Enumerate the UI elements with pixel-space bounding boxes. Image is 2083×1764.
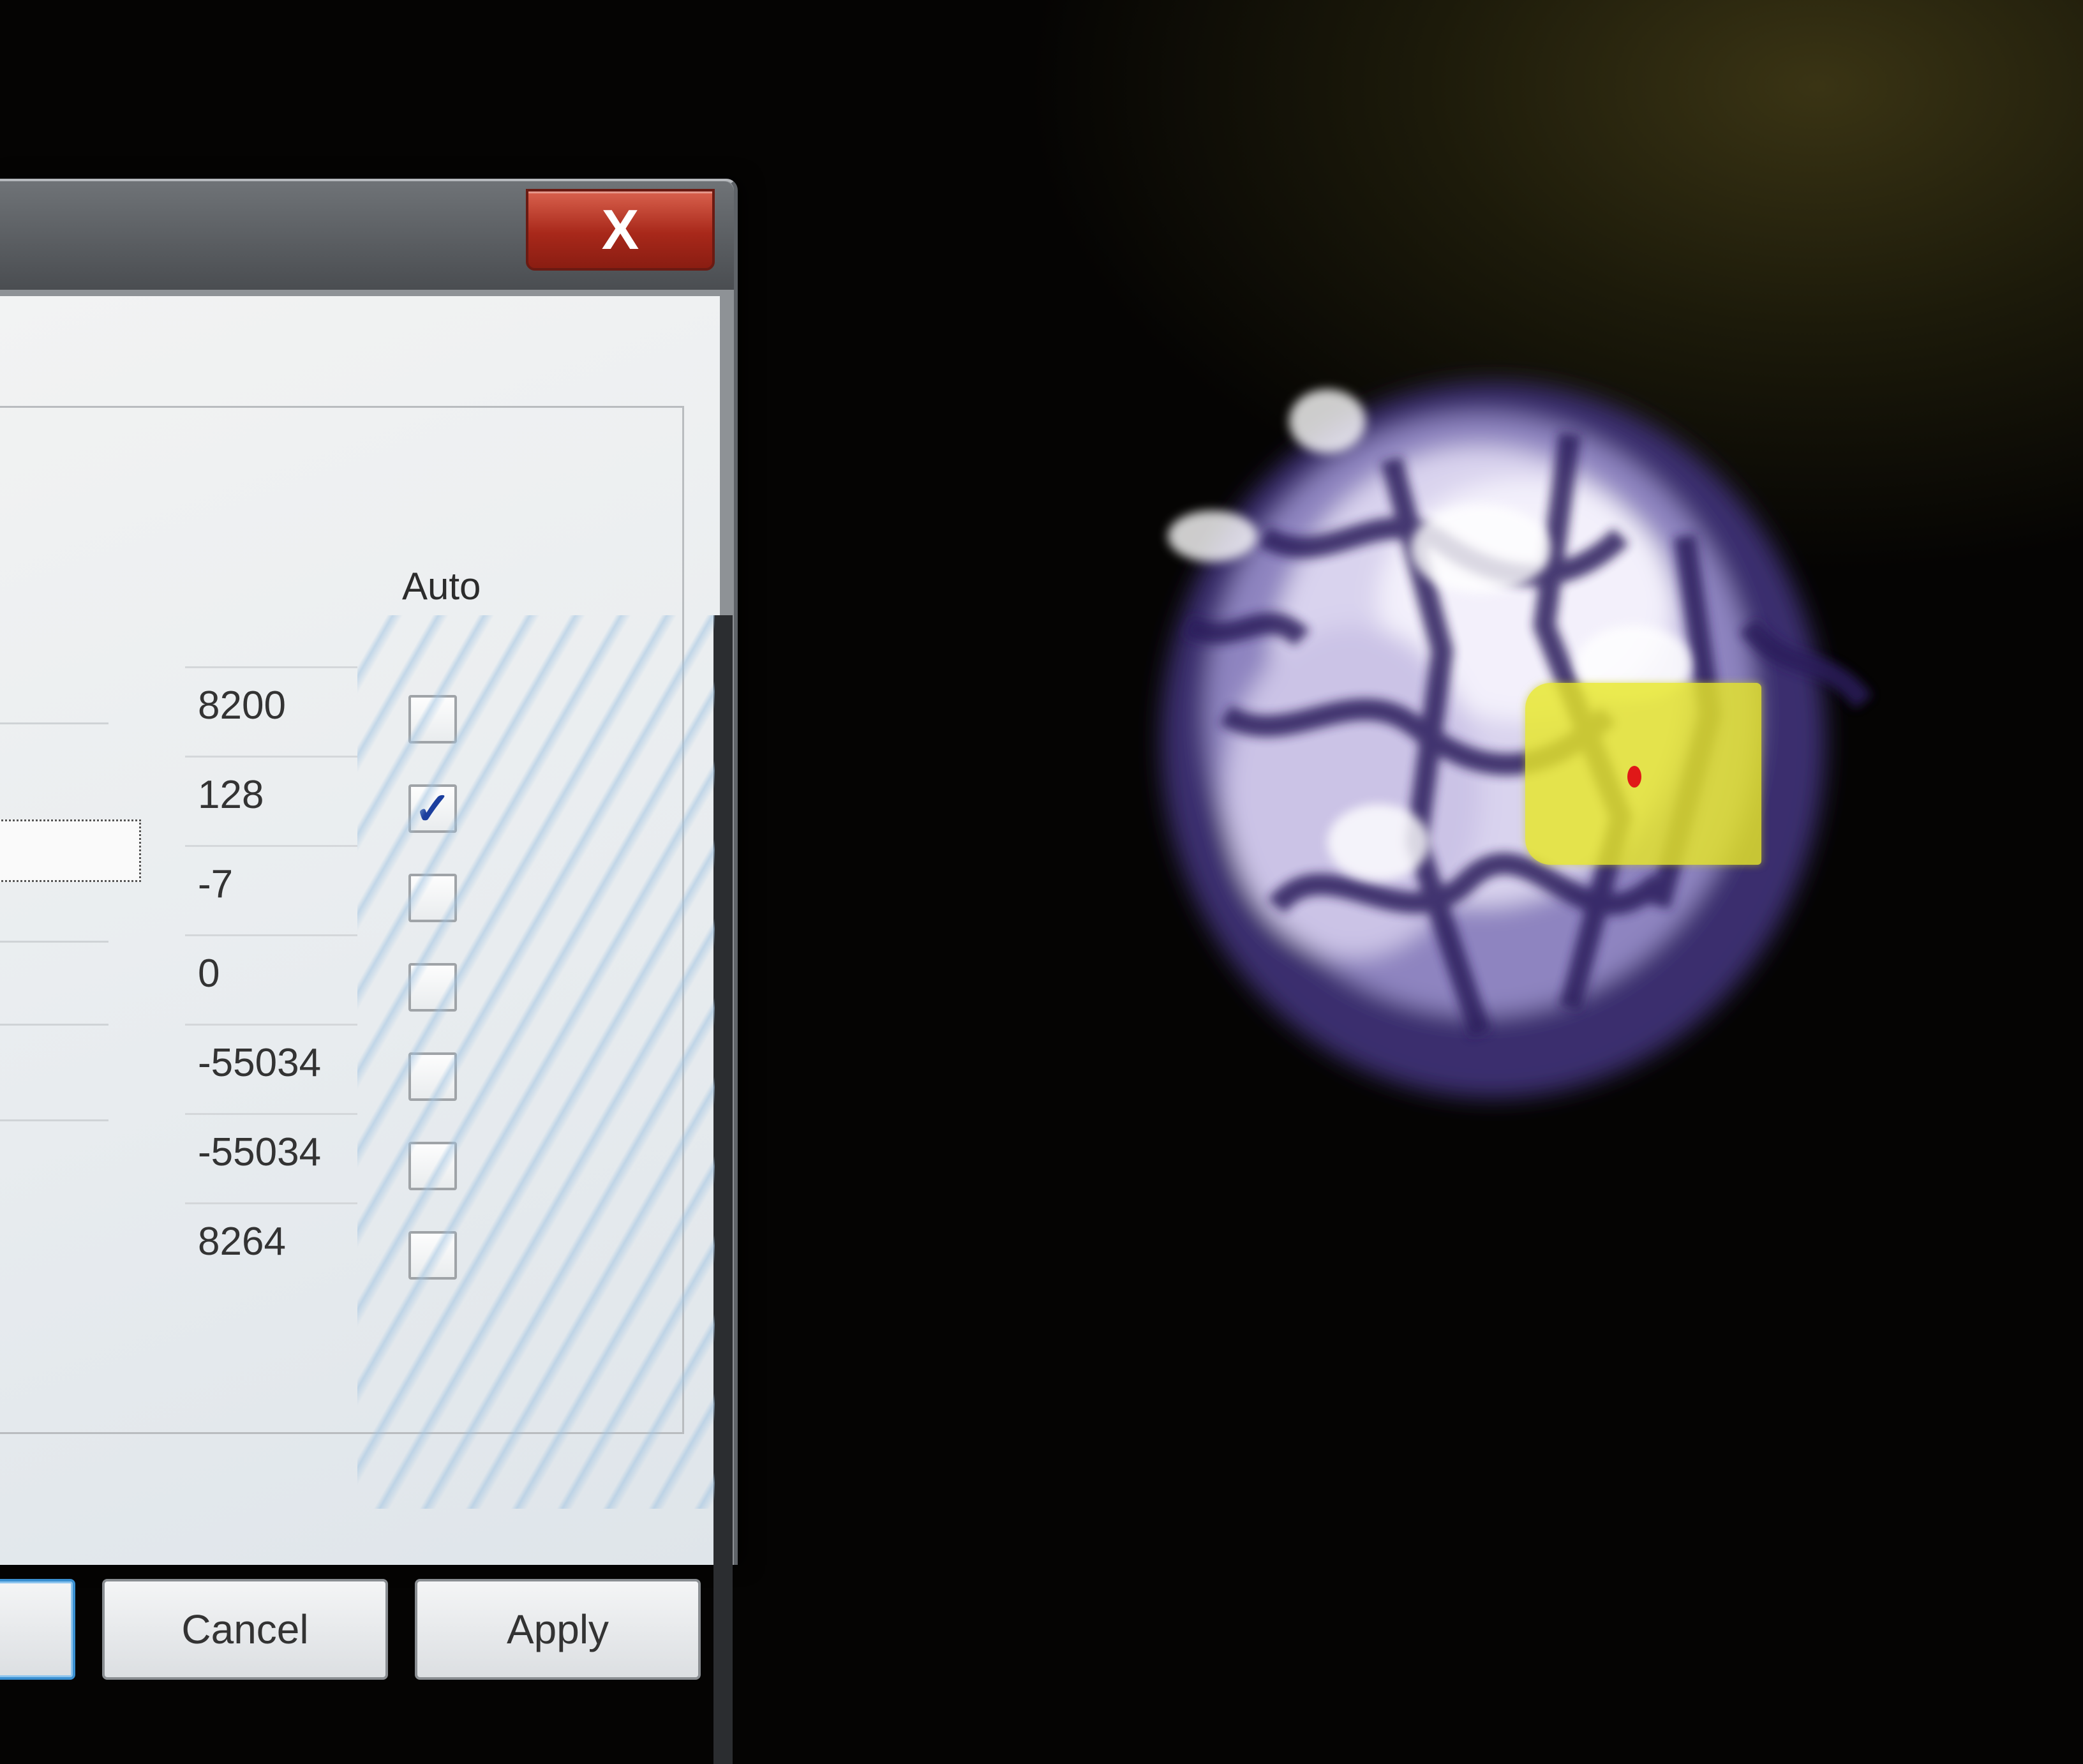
- focused-input-field[interactable]: [0, 819, 141, 882]
- settings-dialog: X Auto 8200 128 -7 0 -55034 -55034 8264 …: [0, 179, 738, 1764]
- scrollbar[interactable]: [713, 615, 733, 1764]
- auto-checkbox-2[interactable]: ✓: [408, 784, 457, 833]
- title-bar[interactable]: X: [0, 181, 734, 290]
- checkmark-icon: ✓: [414, 784, 452, 833]
- value-field-3[interactable]: -7: [185, 845, 357, 922]
- auto-checkbox-1[interactable]: [408, 695, 457, 744]
- value-field-7[interactable]: 8264: [185, 1202, 357, 1279]
- selection-region[interactable]: [1525, 683, 1761, 865]
- value-field-2[interactable]: 128: [185, 756, 357, 832]
- dialog-client-area: Auto 8200 128 -7 0 -55034 -55034 8264 ✓ …: [0, 296, 733, 1764]
- row-divider: [0, 722, 108, 724]
- close-button[interactable]: X: [526, 189, 715, 271]
- auto-checkbox-3[interactable]: [408, 874, 457, 922]
- image-viewer-canvas[interactable]: [996, 268, 1991, 1289]
- auto-checkbox-4[interactable]: [408, 963, 457, 1012]
- row-divider: [0, 1119, 108, 1121]
- auto-checkbox-5[interactable]: [408, 1052, 457, 1101]
- value-field-1[interactable]: 8200: [185, 666, 357, 743]
- value-field-6[interactable]: -55034: [185, 1113, 357, 1190]
- auto-column-header: Auto: [402, 565, 481, 608]
- auto-checkbox-7[interactable]: [408, 1231, 457, 1280]
- value-field-5[interactable]: -55034: [185, 1024, 357, 1100]
- row-divider: [0, 1024, 108, 1026]
- row-divider: [0, 941, 108, 943]
- ok-button[interactable]: [0, 1579, 75, 1680]
- value-field-4[interactable]: 0: [185, 934, 357, 1011]
- cancel-button[interactable]: Cancel: [102, 1579, 388, 1680]
- auto-checkbox-6[interactable]: [408, 1142, 457, 1190]
- point-marker[interactable]: [1627, 766, 1641, 788]
- apply-button[interactable]: Apply: [415, 1579, 701, 1680]
